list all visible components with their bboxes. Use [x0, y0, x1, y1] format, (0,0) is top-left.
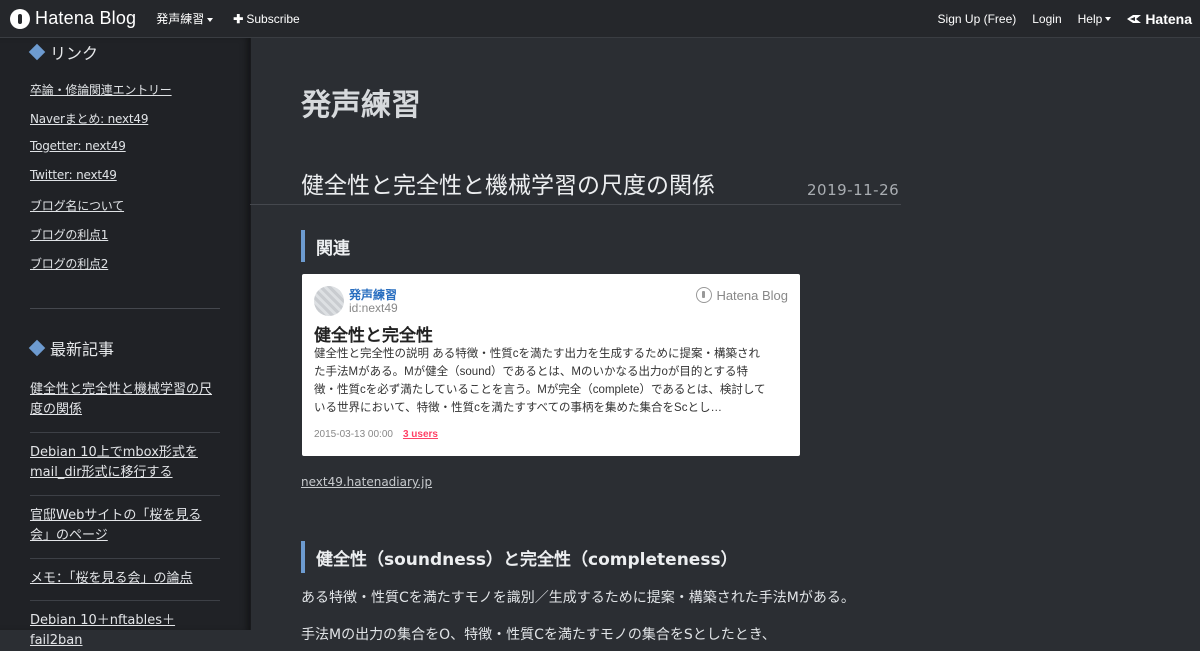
- divider: [30, 495, 220, 496]
- sidebar: リンク 卒論・修論関連エントリー Naverまとめ: next49 Togett…: [0, 38, 251, 648]
- blog-menu-label: 発声練習: [156, 12, 205, 26]
- sidebar-link[interactable]: Twitter: next49: [30, 168, 117, 182]
- signup-link[interactable]: Sign Up (Free): [938, 12, 1017, 26]
- links-title-text: リンク: [50, 44, 99, 63]
- divider: [250, 204, 901, 205]
- sidebar-link[interactable]: ブログの利点2: [30, 255, 108, 272]
- diamond-icon: [28, 43, 46, 61]
- links-module-title: リンク: [28, 40, 99, 64]
- divider: [30, 308, 220, 309]
- recent-title-text: 最新記事: [50, 340, 115, 359]
- recent-entry-link[interactable]: Debian 10＋nftables＋fail2ban: [30, 611, 220, 651]
- card-desc-line: た手法Mがある。Mが健全（sound）であるとは、Mのいかなる出力oが目的とする…: [314, 366, 749, 378]
- source-link[interactable]: next49.hatenadiary.jp: [301, 475, 432, 489]
- blog-menu-dropdown[interactable]: 発声練習: [156, 10, 214, 27]
- card-title[interactable]: 健全性と完全性: [314, 321, 433, 346]
- paragraph: 手法Mの出力の集合をO、特徴・性質Cを満たすモノの集合をSとしたとき、: [301, 627, 776, 643]
- hatena-logo-text: Hatena: [1145, 10, 1192, 27]
- diamond-icon: [28, 339, 46, 357]
- recent-entry-link[interactable]: Debian 10上でmbox形式をmail_dir形式に移行する: [30, 443, 220, 483]
- blog-title[interactable]: 発声練習: [301, 80, 421, 124]
- plus-icon: ✚: [233, 11, 244, 26]
- recent-entry-link[interactable]: 健全性と完全性と機械学習の尺度の関係: [30, 380, 220, 420]
- hatena-blog-mark-icon: [696, 287, 713, 303]
- section-heading: 健全性（soundness）と完全性（completeness）: [301, 541, 738, 573]
- recent-module-title: 最新記事: [28, 336, 115, 360]
- subscribe-button[interactable]: ✚ Subscribe: [233, 12, 299, 26]
- paragraph: ある特徴・性質Cを満たすモノを識別／生成するために提案・構築された手法Mがある。: [301, 590, 855, 606]
- sidebar-link[interactable]: Naverまとめ: next49: [30, 110, 148, 127]
- avatar: [314, 286, 344, 316]
- card-meta: 2015-03-13 00:00 3 users: [314, 429, 438, 440]
- hatena-blog-mark-icon: [10, 8, 30, 29]
- recent-entry-link[interactable]: メモ：「桜を見る会」の論点: [30, 569, 220, 589]
- chevron-down-icon: [1105, 17, 1112, 22]
- help-label: Help: [1077, 11, 1103, 26]
- sidebar-link[interactable]: ブログ名について: [30, 197, 124, 214]
- hatena-bird-icon: [1127, 14, 1142, 23]
- hatena-blog-logo[interactable]: Hatena Blog: [10, 8, 136, 29]
- card-user-id: id:next49: [349, 301, 398, 315]
- help-dropdown[interactable]: Help: [1078, 12, 1112, 26]
- recent-entry-link[interactable]: 官邸Webサイトの「桜を見る会」のページ: [30, 506, 220, 546]
- bookmark-users-link[interactable]: 3 users: [403, 429, 438, 440]
- login-link[interactable]: Login: [1032, 12, 1061, 26]
- subscribe-label: Subscribe: [246, 11, 300, 26]
- hatena-logo[interactable]: Hatena: [1127, 11, 1192, 27]
- blog-card-embed[interactable]: 発声練習 id:next49 Hatena Blog 健全性と完全性 健全性と完…: [302, 274, 800, 456]
- brand-text: Hatena Blog: [35, 8, 137, 28]
- sidebar-link[interactable]: ブログの利点1: [30, 226, 108, 243]
- card-desc-line: いる世界において、特徴・性質cを満たすすべての事柄を集めた集合をScとし…: [314, 402, 722, 414]
- entry-date[interactable]: 2019-11-26: [807, 181, 899, 199]
- chevron-down-icon: [207, 17, 214, 22]
- sidebar-link[interactable]: 卒論・修論関連エントリー: [30, 81, 172, 98]
- sidebar-link[interactable]: Togetter: next49: [30, 139, 126, 153]
- divider: [30, 432, 220, 433]
- card-hatena-blog-logo[interactable]: Hatena Blog: [696, 287, 788, 303]
- entry-title[interactable]: 健全性と完全性と機械学習の尺度の関係: [301, 166, 715, 200]
- section-heading: 関連: [301, 230, 350, 262]
- card-desc-line: 健全性と完全性の説明 ある特徴・性質cを満たす出力を生成するために提案・構築され: [314, 348, 760, 360]
- divider: [30, 600, 220, 601]
- divider: [30, 558, 220, 559]
- card-logo-text: Hatena Blog: [716, 287, 788, 303]
- card-date: 2015-03-13 00:00: [314, 429, 393, 440]
- card-desc-line: 徴・性質cを必ず満たしていることを言う。Mが完全（complete）であるとは、…: [314, 384, 766, 396]
- card-description: 健全性と完全性の説明 ある特徴・性質cを満たす出力を生成するために提案・構築され…: [314, 345, 790, 417]
- global-header: Hatena Blog 発声練習 ✚ Subscribe Sign Up (Fre…: [0, 0, 1200, 38]
